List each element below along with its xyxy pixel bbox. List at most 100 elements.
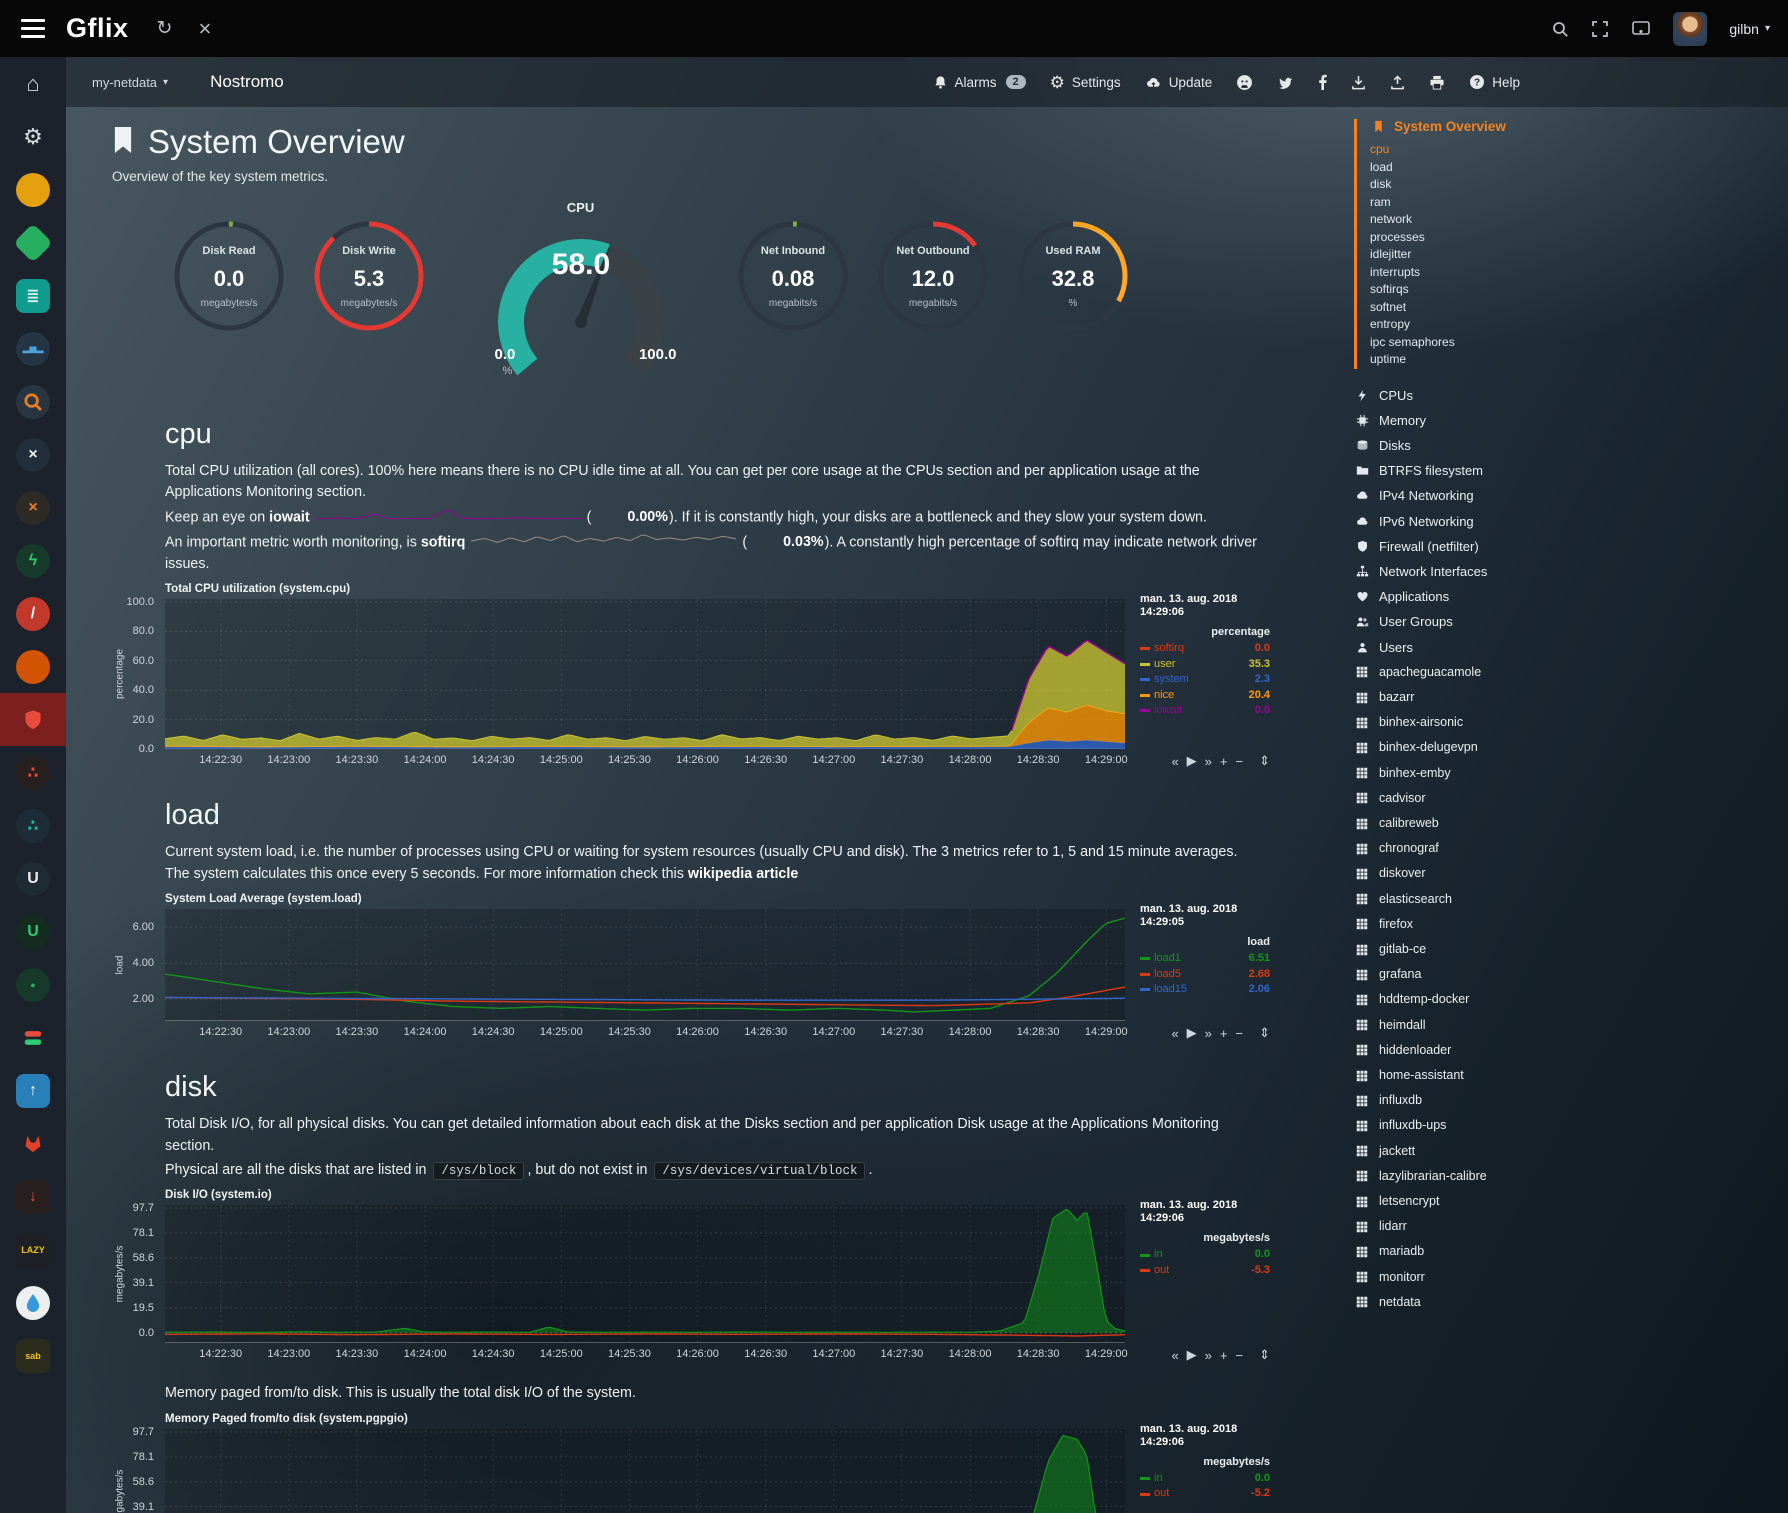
nav-ipv4-networking[interactable]: IPv4 Networking [1354, 483, 1750, 508]
nav-container-hddtemp-docker[interactable]: hddtemp-docker [1354, 987, 1750, 1012]
legend-entry-load15[interactable]: load152.06 [1140, 982, 1270, 998]
chart-control-3[interactable]: + [1220, 1026, 1228, 1041]
app-orange-disc-icon[interactable] [0, 163, 66, 216]
nav-sub-entropy[interactable]: entropy [1370, 316, 1750, 334]
help-button[interactable]: ? Help [1469, 74, 1520, 90]
nav-container-binhex-airsonic[interactable]: binhex-airsonic [1354, 710, 1750, 735]
memory-paged-chart[interactable]: Memory Paged from/to disk (system.pgpgio… [110, 1413, 1272, 1513]
nav-users[interactable]: Users [1354, 635, 1750, 660]
nav-sub-softnet[interactable]: softnet [1370, 299, 1750, 317]
app-dark-x-orange-icon[interactable]: × [0, 481, 66, 534]
nav-container-letsencrypt[interactable]: letsencrypt [1354, 1189, 1750, 1214]
nav-container-binhex-delugevpn[interactable]: binhex-delugevpn [1354, 735, 1750, 760]
nav-container-grafana[interactable]: grafana [1354, 962, 1750, 987]
legend-entry-out[interactable]: out-5.2 [1140, 1486, 1270, 1502]
chart-control-0[interactable]: « [1171, 754, 1178, 769]
chart-control-0[interactable]: « [1171, 1026, 1178, 1041]
app-u-green-icon[interactable]: U [0, 905, 66, 958]
app-dark-x-icon[interactable]: × [0, 428, 66, 481]
nav-container-chronograf[interactable]: chronograf [1354, 836, 1750, 861]
nav-container-mariadb[interactable]: mariadb [1354, 1239, 1750, 1264]
nav-container-jackett[interactable]: jackett [1354, 1139, 1750, 1164]
nav-container-calibreweb[interactable]: calibreweb [1354, 811, 1750, 836]
app-gitlab-icon[interactable] [0, 1117, 66, 1170]
app-orange-disc-2-icon[interactable] [0, 640, 66, 693]
app-red-slash-icon[interactable]: / [0, 587, 66, 640]
nav-container-lazylibrarian-calibre[interactable]: lazylibrarian-calibre [1354, 1164, 1750, 1189]
avatar[interactable] [1673, 12, 1707, 46]
app-teal-dots-icon[interactable]: ∴ [0, 799, 66, 852]
nav-sub-ram[interactable]: ram [1370, 194, 1750, 212]
fullscreen-icon[interactable] [1591, 20, 1609, 38]
facebook-button[interactable] [1318, 74, 1327, 90]
nav-container-diskover[interactable]: diskover [1354, 861, 1750, 886]
gauge-net-inbound[interactable]: Net Inbound 0.08 megabits/s [731, 214, 855, 343]
app-pills-icon[interactable] [0, 1011, 66, 1064]
chart-control-3[interactable]: + [1220, 1348, 1228, 1363]
nav-user-groups[interactable]: User Groups [1354, 609, 1750, 634]
server-dropdown[interactable]: my-netdata ▾ [92, 75, 168, 90]
disk-io-chart[interactable]: Disk I/O (system.io) megabytes/s 97.778.… [110, 1189, 1272, 1365]
chart-plot-area[interactable] [165, 599, 1125, 754]
gauge-used-ram[interactable]: Used RAM 32.8 % [1011, 214, 1135, 343]
update-button[interactable]: Update [1145, 75, 1213, 90]
app-droplet-icon[interactable] [0, 1276, 66, 1329]
legend-entry-load1[interactable]: load16.51 [1140, 951, 1270, 967]
chart-plot-area[interactable] [165, 1205, 1125, 1348]
chart-resize-grip[interactable]: ⇕ [1259, 753, 1270, 769]
legend-entry-nice[interactable]: nice20.4 [1140, 688, 1270, 704]
nav-sub-softirqs[interactable]: softirqs [1370, 281, 1750, 299]
chart-control-2[interactable]: » [1205, 1348, 1212, 1363]
iowait-sparkline[interactable] [316, 507, 581, 528]
chart-resize-grip[interactable]: ⇕ [1259, 1025, 1270, 1041]
nav-container-firefox[interactable]: firefox [1354, 912, 1750, 937]
nav-sub-ipc-semaphores[interactable]: ipc semaphores [1370, 334, 1750, 352]
app-lightning-icon[interactable]: ϟ [0, 534, 66, 587]
nav-firewall-netfilter[interactable]: Firewall (netfilter) [1354, 534, 1750, 559]
chart-control-2[interactable]: » [1205, 754, 1212, 769]
nav-container-home-assistant[interactable]: home-assistant [1354, 1063, 1750, 1088]
chart-control-1[interactable]: ▶ [1187, 753, 1197, 769]
nav-sub-cpu[interactable]: cpu [1370, 141, 1750, 159]
chart-resize-grip[interactable]: ⇕ [1259, 1347, 1270, 1363]
legend-entry-load5[interactable]: load52.68 [1140, 967, 1270, 983]
nav-cpus[interactable]: CPUs [1354, 383, 1750, 408]
chart-plot-area[interactable] [165, 1429, 1125, 1513]
legend-entry-in[interactable]: in0.0 [1140, 1471, 1270, 1487]
nav-container-influxdb-ups[interactable]: influxdb-ups [1354, 1113, 1750, 1138]
nav-container-monitorr[interactable]: monitorr [1354, 1265, 1750, 1290]
chart-control-0[interactable]: « [1171, 1348, 1178, 1363]
nav-container-hiddenloader[interactable]: hiddenloader [1354, 1038, 1750, 1063]
gauge-disk-write[interactable]: Disk Write 5.3 megabytes/s [307, 214, 431, 343]
nav-container-lidarr[interactable]: lidarr [1354, 1214, 1750, 1239]
gauge-net-outbound[interactable]: Net Outbound 12.0 megabits/s [871, 214, 995, 343]
export-button[interactable] [1390, 75, 1405, 90]
nav-ipv6-networking[interactable]: IPv6 Networking [1354, 509, 1750, 534]
nav-sub-disk[interactable]: disk [1370, 176, 1750, 194]
nav-container-apacheguacamole[interactable]: apacheguacamole [1354, 660, 1750, 685]
legend-entry-in[interactable]: in0.0 [1140, 1247, 1270, 1263]
legend-entry-softirq[interactable]: softirq0.0 [1140, 641, 1270, 657]
legend-entry-out[interactable]: out-5.3 [1140, 1263, 1270, 1279]
chart-control-1[interactable]: ▶ [1187, 1347, 1197, 1363]
gauge-disk-read[interactable]: Disk Read 0.0 megabytes/s [167, 214, 291, 343]
nav-system-overview[interactable]: System Overview [1370, 119, 1750, 134]
app-teal-stack-icon[interactable]: ≣ [0, 269, 66, 322]
gauge-cpu[interactable]: CPU 58.0 0.0 100.0 % [461, 200, 701, 390]
devices-icon[interactable] [1631, 20, 1651, 38]
chart-control-2[interactable]: » [1205, 1026, 1212, 1041]
app-shield-icon[interactable] [0, 693, 66, 746]
close-icon[interactable]: × [198, 16, 211, 42]
app-horseshoe-icon[interactable]: U [0, 852, 66, 905]
refresh-icon[interactable]: ↻ [157, 17, 173, 40]
legend-entry-system[interactable]: system2.3 [1140, 672, 1270, 688]
chart-control-4[interactable]: − [1236, 1348, 1244, 1363]
user-menu[interactable]: gilbn▾ [1729, 21, 1770, 37]
app-download-box-icon[interactable]: ↓ [0, 1170, 66, 1223]
app-sabnzbd-icon[interactable]: sab [0, 1329, 66, 1382]
app-red-cluster-icon[interactable]: ∴ [0, 746, 66, 799]
nav-container-binhex-emby[interactable]: binhex-emby [1354, 761, 1750, 786]
settings-button[interactable]: ⚙ Settings [1050, 74, 1121, 91]
alarms-button[interactable]: Alarms 2 [933, 75, 1026, 90]
settings-icon[interactable]: ⚙ [0, 110, 66, 163]
